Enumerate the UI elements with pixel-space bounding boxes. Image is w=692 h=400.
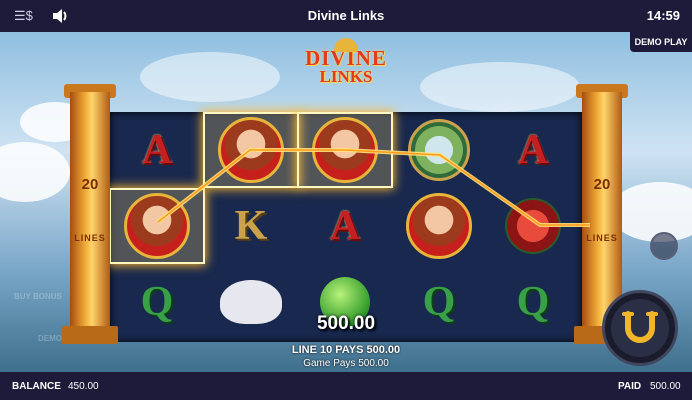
balance-label: BALANCE: [12, 381, 61, 392]
faded-demo-label: DEMO: [38, 334, 62, 343]
game-pays-text: Game Pays 500.00: [303, 358, 389, 369]
win-line: [156, 148, 590, 227]
paid-label: PAID: [618, 381, 642, 392]
spin-button[interactable]: [602, 290, 678, 366]
horseshoe-icon: [622, 311, 658, 343]
bottom-bar: BALANCE 450.00 PAID 500.00: [0, 372, 692, 400]
balance-value: 450.00: [68, 381, 99, 392]
line-pays-text: LINE 10 PAYS 500.00: [291, 344, 401, 356]
buy-bonus-button[interactable]: BUY BONUS: [14, 292, 62, 301]
autoplay-icon[interactable]: [650, 232, 678, 260]
paid-value: 500.00: [650, 381, 681, 392]
win-amount: 500.00: [316, 313, 376, 334]
